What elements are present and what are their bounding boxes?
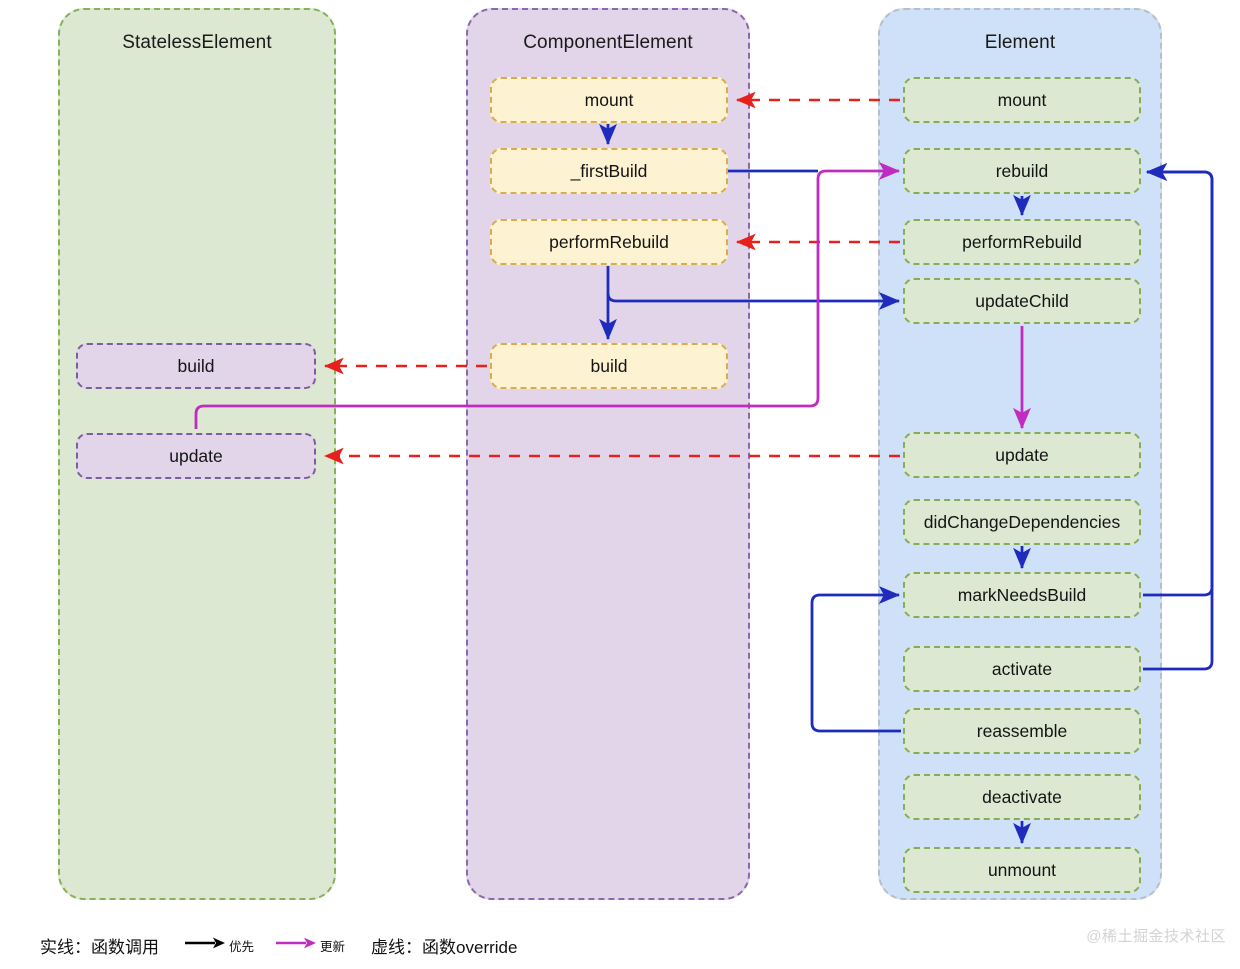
node-component-first-build[interactable]: _firstBuild: [490, 148, 728, 194]
legend-priority-arrow-icon: [185, 935, 227, 956]
node-component-build[interactable]: build: [490, 343, 728, 389]
column-title-element: Element: [984, 32, 1056, 53]
legend-solid-meaning: 函数调用: [91, 937, 159, 957]
node-element-update[interactable]: update: [903, 432, 1141, 478]
legend-update-arrow-icon: [276, 935, 318, 956]
legend-update-label: 更新: [320, 939, 346, 954]
column-title-component-element: ComponentElement: [523, 32, 693, 53]
legend-solid-prefix: 实线：: [40, 937, 91, 957]
legend-dashed-prefix: 虚线：: [371, 937, 423, 957]
node-element-rebuild[interactable]: rebuild: [903, 148, 1141, 194]
node-element-unmount[interactable]: unmount: [903, 847, 1141, 893]
node-element-mount[interactable]: mount: [903, 77, 1141, 123]
node-stateless-build[interactable]: build: [76, 343, 316, 389]
node-element-reassemble[interactable]: reassemble: [903, 708, 1141, 754]
node-element-mark-needs-build[interactable]: markNeedsBuild: [903, 572, 1141, 618]
node-component-mount[interactable]: mount: [490, 77, 728, 123]
node-element-update-child[interactable]: updateChild: [903, 278, 1141, 324]
column-title-stateless-element: StatelessElement: [122, 32, 272, 53]
node-stateless-update[interactable]: update: [76, 433, 316, 479]
node-component-perform-rebuild[interactable]: performRebuild: [490, 219, 728, 265]
column-component-element: ComponentElement: [466, 8, 750, 900]
node-element-did-change-dependencies[interactable]: didChangeDependencies: [903, 499, 1141, 545]
watermark: @稀土掘金技术社区: [1086, 928, 1226, 945]
node-element-activate[interactable]: activate: [903, 646, 1141, 692]
node-element-perform-rebuild[interactable]: performRebuild: [903, 219, 1141, 265]
node-element-deactivate[interactable]: deactivate: [903, 774, 1141, 820]
diagram-canvas: StatelessElement ComponentElement Elemen…: [0, 0, 1240, 969]
legend-priority-label: 优先: [229, 939, 255, 954]
legend-dashed-meaning: 函数override: [422, 937, 518, 957]
legend: 实线： 函数调用 优先 更新 虚线： 函数override: [40, 928, 517, 962]
